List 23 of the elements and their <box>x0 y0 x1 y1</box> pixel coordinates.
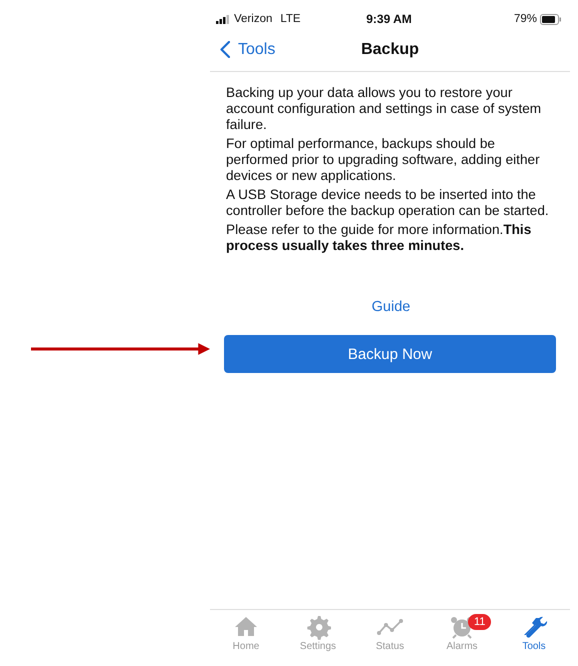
tab-item[interactable]: Settings <box>282 614 354 666</box>
screen-title: Backup <box>361 40 419 58</box>
back-link[interactable]: Tools <box>220 40 362 58</box>
tab-item[interactable]: Alarms 11 <box>426 614 498 666</box>
count-badge: 11 <box>468 614 492 630</box>
gear-icon <box>305 614 331 640</box>
info-paragraph: Backing up your data allows you to restore your account configuration and settings in case of system failure. <box>226 85 542 133</box>
info-paragraph: A USB Storage device needs to be inserted into the controller before the backup operation can be started. <box>226 187 550 219</box>
battery-icon <box>540 14 562 24</box>
carrier-text: Verizon <box>234 13 272 25</box>
guide-link[interactable]: Guide <box>372 299 410 315</box>
tab-item[interactable]: Tools <box>498 614 570 666</box>
backup-now-button[interactable]: Backup Now <box>224 335 556 373</box>
back-chevron-icon <box>220 41 230 58</box>
clock-text: 9:39 AM <box>366 12 412 26</box>
signal-icon <box>216 14 230 24</box>
info-paragraph: For optimal performance, backups should be performed prior to upgrading software, adding either devices or new applications. <box>226 136 541 184</box>
arrow-icon <box>31 343 210 355</box>
network-text: LTE <box>280 13 301 25</box>
tab-item[interactable]: Home <box>210 614 282 666</box>
battery-percent: 79% <box>514 13 538 25</box>
info-paragraph: Please refer to the guide for more information.This process usually takes three minutes. <box>226 222 532 254</box>
tab-item[interactable]: Status <box>354 614 426 666</box>
